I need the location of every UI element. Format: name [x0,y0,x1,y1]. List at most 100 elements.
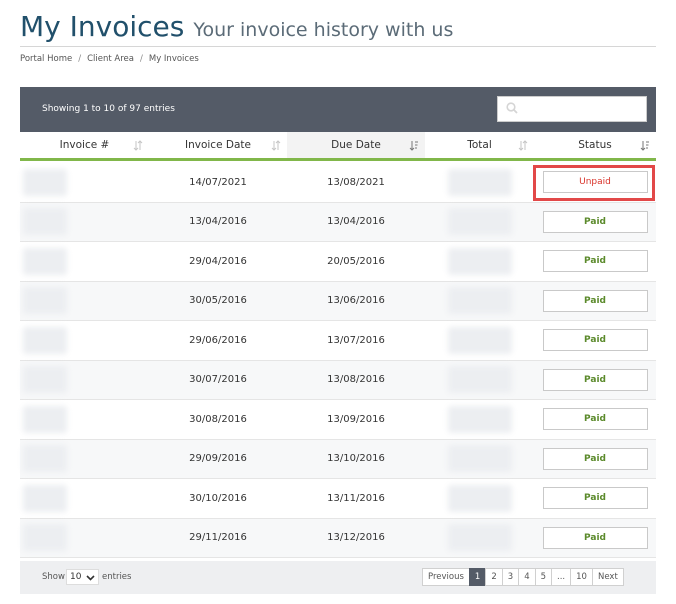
invoice-number-cell[interactable] [20,321,69,360]
page-title-main: My Invoices [20,10,185,43]
status-badge[interactable]: Paid [542,210,648,233]
search-icon [506,102,518,114]
pagination-page-5[interactable]: 5 [534,568,553,586]
redacted-invoice-number [22,208,67,236]
table-row[interactable]: 14/07/2021 13/08/2021 Unpaid [20,163,656,203]
pagination-next-button[interactable]: Next [591,568,624,586]
status-cell: Paid [534,400,656,439]
column-header-status[interactable]: Status [534,132,656,161]
status-badge[interactable]: Paid [542,447,648,470]
pagination-previous-button[interactable]: Previous [422,568,470,586]
redacted-total [447,405,512,433]
entries-per-page-value: 10 [70,572,82,582]
pagination-page-3[interactable]: 3 [501,568,520,586]
table-row[interactable]: 29/06/2016 13/07/2016 Paid [20,321,656,361]
invoice-number-cell[interactable] [20,479,69,518]
table-row[interactable]: 29/11/2016 13/12/2016 Paid [20,518,656,558]
status-badge[interactable]: Paid [542,250,648,273]
status-badge[interactable]: Unpaid [542,171,648,194]
invoice-number-cell[interactable] [20,242,69,281]
redacted-total [447,445,512,473]
total-cell [425,440,534,479]
status-cell: Paid [534,282,656,321]
total-cell [425,361,534,400]
invoice-date-cell: 14/07/2021 [189,176,247,188]
redacted-total [447,168,512,196]
redacted-invoice-number [22,524,67,552]
status-cell: Paid [534,242,656,281]
pagination-page-10[interactable]: 10 [570,568,593,586]
due-date-cell: 13/07/2016 [327,334,385,346]
redacted-total [447,366,512,394]
status-cell: Paid [534,321,656,360]
status-cell: Paid [534,203,656,242]
table-row[interactable]: 30/10/2016 13/11/2016 Paid [20,479,656,519]
due-date-cell: 13/09/2016 [327,413,385,425]
table-row[interactable]: 13/04/2016 13/04/2016 Paid [20,202,656,242]
due-date-cell: 13/08/2016 [327,374,385,386]
redacted-total [447,524,512,552]
total-cell [425,400,534,439]
title-divider [20,46,656,47]
entries-per-page-select[interactable]: 10 [66,569,99,585]
status-cell: Paid [534,519,656,558]
total-cell [425,203,534,242]
column-header-label: Total [467,139,492,151]
redacted-invoice-number [22,247,67,275]
pagination-page-1[interactable]: 1 [468,568,487,586]
column-header-total[interactable]: Total [425,132,534,161]
search-box[interactable] [497,96,647,122]
status-badge[interactable]: Paid [542,329,648,352]
table-row[interactable]: 29/09/2016 13/10/2016 Paid [20,439,656,479]
table-row[interactable]: 30/08/2016 13/09/2016 Paid [20,400,656,440]
redacted-total [447,484,512,512]
invoice-date-cell: 30/07/2016 [189,374,247,386]
redacted-invoice-number [22,287,67,315]
breadcrumb-separator: / [139,54,143,64]
invoice-number-cell[interactable] [20,400,69,439]
due-date-cell: 13/08/2021 [327,176,385,188]
column-header-label: Invoice # [59,139,110,151]
table-toolbar: Showing 1 to 10 of 97 entries [20,87,656,132]
table-row[interactable]: 30/07/2016 13/08/2016 Paid [20,360,656,400]
invoice-number-cell[interactable] [20,282,69,321]
invoice-number-cell[interactable] [20,440,69,479]
breadcrumb-portal-home[interactable]: Portal Home [20,54,72,64]
total-cell [425,163,534,202]
pagination-page-2[interactable]: 2 [485,568,503,586]
sort-icon [271,140,281,151]
redacted-invoice-number [22,326,67,354]
redacted-invoice-number [22,168,67,196]
column-header-invoice-date[interactable]: Invoice Date [149,132,287,161]
show-label: Show [42,572,65,582]
invoice-number-cell[interactable] [20,519,69,558]
total-cell [425,242,534,281]
invoice-number-cell[interactable] [20,361,69,400]
status-badge[interactable]: Paid [542,289,648,312]
breadcrumb-client-area[interactable]: Client Area [87,54,134,64]
column-header-label: Due Date [331,139,381,151]
redacted-invoice-number [22,484,67,512]
status-cell: Paid [534,361,656,400]
column-header-invoice-number[interactable]: Invoice # [20,132,149,161]
pagination-page-4[interactable]: 4 [518,568,536,586]
column-header-due-date[interactable]: Due Date [287,132,425,161]
pagination: Previous 1 2 3 4 5... 10 Next [422,568,624,586]
invoice-number-cell[interactable] [20,203,69,242]
invoice-number-cell[interactable] [20,163,69,202]
due-date-cell: 13/12/2016 [327,532,385,544]
due-date-cell: 13/10/2016 [327,453,385,465]
table-footer: Show 10 entries Previous 1 2 3 4 5... 10 Next [20,561,656,594]
breadcrumb-separator: / [78,54,82,64]
total-cell [425,519,534,558]
status-badge[interactable]: Paid [542,487,648,510]
invoice-date-cell: 13/04/2016 [189,216,247,228]
invoice-date-cell: 29/11/2016 [189,532,247,544]
sort-filter-icon [640,141,649,151]
table-row[interactable]: 30/05/2016 13/06/2016 Paid [20,281,656,321]
search-input[interactable] [498,97,646,122]
status-badge[interactable]: Paid [542,408,648,431]
status-badge[interactable]: Paid [542,368,648,391]
table-row[interactable]: 29/04/2016 20/05/2016 Paid [20,242,656,282]
status-badge[interactable]: Paid [542,526,648,549]
